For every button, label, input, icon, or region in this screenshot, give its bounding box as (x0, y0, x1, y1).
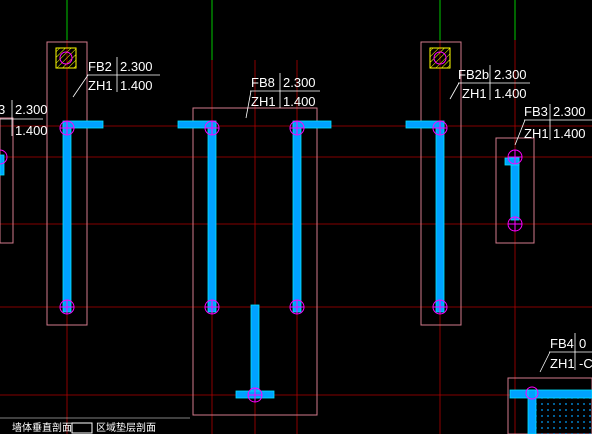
footer-legend: 墙体垂直剖面 区域垫层剖面 (0, 417, 190, 434)
hatched-columns (55, 47, 451, 69)
tag-fb4-sub: ZH1 (550, 356, 575, 371)
tag-fb3-left: 3 2.300 1.400 (0, 102, 48, 138)
tag-fb3: FB3 2.300 ZH1 1.400 (524, 104, 586, 141)
tag-fb4-elev: 0 (579, 336, 586, 351)
wall-members (0, 120, 592, 434)
tag-fb2b-code: FB2b (458, 67, 489, 82)
slab-hatch (536, 398, 592, 434)
footer-left-text: 墙体垂直剖面 (12, 421, 72, 434)
tag-fb3-sub: ZH1 (524, 126, 549, 141)
tag-fb4-subval: -C (579, 356, 592, 371)
footer-right-text: 区域垫层剖面 (96, 421, 156, 434)
tag-fb3l-elev: 2.300 (15, 102, 48, 117)
tag-fb3l-code: 3 (0, 102, 5, 117)
tag-fb3-elev: 2.300 (553, 104, 586, 119)
tag-fb2b-elev: 2.300 (494, 67, 527, 82)
tag-fb8-elev: 2.300 (283, 75, 316, 90)
tag-fb8-subval: 1.400 (283, 94, 316, 109)
tag-fb8: FB8 2.300 ZH1 1.400 (251, 75, 316, 109)
tag-fb4-code: FB4 (550, 336, 574, 351)
tag-fb3-code: FB3 (524, 104, 548, 119)
tag-fb3l-subval: 1.400 (15, 123, 48, 138)
tag-fb4: FB4 0 ZH1 -C (550, 336, 592, 371)
tag-fb8-sub: ZH1 (251, 94, 276, 109)
tag-fb3-subval: 1.400 (553, 126, 586, 141)
tag-fb8-code: FB8 (251, 75, 275, 90)
column-markers (0, 120, 539, 403)
tag-fb2: FB2 2.300 ZH1 1.400 (88, 59, 153, 93)
tag-fb2b-sub: ZH1 (462, 86, 487, 101)
tag-fb2-elev: 2.300 (120, 59, 153, 74)
tag-fb2b-subval: 1.400 (494, 86, 527, 101)
tag-fb2-subval: 1.400 (120, 78, 153, 93)
cad-drawing-canvas: FB2 2.300 ZH1 1.400 FB8 2.300 ZH1 1.400 … (0, 0, 592, 434)
tag-fb2-sub: ZH1 (88, 78, 113, 93)
tag-fb2b: FB2b 2.300 ZH1 1.400 (458, 67, 527, 101)
tag-fb2-code: FB2 (88, 59, 112, 74)
legend-box (71, 422, 93, 434)
